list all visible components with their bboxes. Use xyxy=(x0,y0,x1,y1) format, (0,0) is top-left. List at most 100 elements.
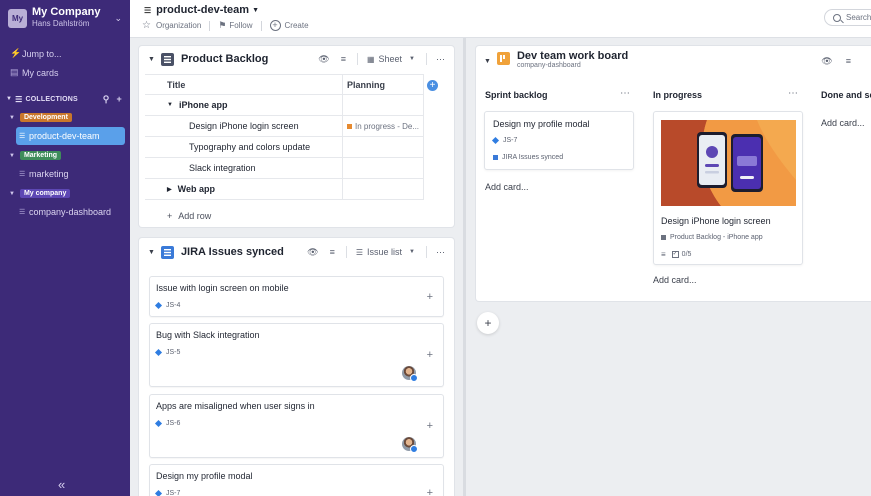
sidebar-item-marketing[interactable]: ☰ marketing xyxy=(16,165,125,183)
caret-right-icon[interactable]: ▶ xyxy=(167,186,172,193)
filter-icon[interactable]: ≡ xyxy=(846,56,851,66)
table-row[interactable]: ▶ Web app xyxy=(145,178,424,200)
organization-link[interactable]: Organization xyxy=(156,21,201,30)
description-icon: ≡ xyxy=(661,250,666,259)
add-card-button[interactable]: Add card... xyxy=(653,275,697,285)
search-icon xyxy=(833,13,841,22)
collapse-sidebar-icon[interactable]: « xyxy=(58,477,65,492)
eye-icon[interactable]: 👁 xyxy=(318,54,329,65)
add-view-button[interactable]: + xyxy=(477,312,499,334)
jira-icon xyxy=(154,489,163,496)
collection-group-my-company[interactable]: ▼ My company xyxy=(0,186,130,201)
workspace-name: My Company xyxy=(32,6,101,18)
eye-icon[interactable]: 👁 xyxy=(821,56,832,67)
jira-icon xyxy=(154,348,163,357)
add-icon[interactable]: + xyxy=(427,291,433,303)
issue-card[interactable]: Apps are misaligned when user signs in J… xyxy=(149,394,444,458)
source-icon xyxy=(661,235,666,240)
sidebar-item-label: marketing xyxy=(29,169,69,179)
add-icon[interactable]: + xyxy=(427,487,433,496)
filter-icon[interactable]: ≡ xyxy=(341,54,346,64)
column-title[interactable]: Done and se xyxy=(821,90,871,100)
plus-circle-icon[interactable]: + xyxy=(269,20,281,31)
panel-subtitle[interactable]: company-dashboard xyxy=(517,61,810,71)
column-title[interactable]: Sprint backlog xyxy=(485,90,548,100)
pane-divider[interactable] xyxy=(463,38,466,496)
view-selector[interactable]: ☰ Issue list ▼ xyxy=(345,246,415,258)
table-row[interactable]: ▼ iPhone app xyxy=(145,94,424,116)
filter-icon[interactable]: ≡ xyxy=(330,247,335,257)
bell-icon[interactable]: ⚑ xyxy=(218,20,226,31)
issue-card[interactable]: Design my profile modal JS-7 + xyxy=(149,464,444,496)
view-selector[interactable]: ▦ Sheet ▼ xyxy=(356,53,415,65)
more-options-icon[interactable]: ⋯ xyxy=(426,246,445,258)
list-icon: ☰ xyxy=(15,94,23,104)
planning-cell[interactable] xyxy=(343,136,424,158)
more-options-icon[interactable]: ⋯ xyxy=(788,88,798,99)
avatar[interactable] xyxy=(402,437,418,453)
board-card[interactable]: Design my profile modal JS-7 JIRA Issues… xyxy=(484,111,634,170)
column-header-title[interactable]: Title xyxy=(145,74,343,95)
star-icon[interactable]: ☆ xyxy=(142,20,151,31)
collection-badge: Development xyxy=(19,113,72,122)
collection-badge: My company xyxy=(19,189,71,198)
chevron-down-icon[interactable]: ▼ xyxy=(252,7,259,14)
issue-title: Design my profile modal xyxy=(156,471,253,481)
board-card[interactable]: Design iPhone login screen Product Backl… xyxy=(653,111,803,265)
work-board-panel: ▼ Dev team work board company-dashboard … xyxy=(476,46,871,301)
search-icon[interactable]: ⚲ xyxy=(103,94,110,105)
chevron-down-icon[interactable]: ⌄ xyxy=(114,13,122,24)
more-options-icon[interactable]: ⋯ xyxy=(426,53,445,65)
table-row[interactable]: Design iPhone login screen In progress -… xyxy=(145,115,424,137)
row-title: iPhone app xyxy=(178,100,228,110)
collection-group-development[interactable]: ▼ Development xyxy=(0,110,130,125)
issue-card[interactable]: Bug with Slack integration JS-5 + xyxy=(149,323,444,387)
sidebar-item-label: product-dev-team xyxy=(29,131,100,141)
add-row-button[interactable]: + Add row xyxy=(167,211,211,221)
add-card-button[interactable]: Add card... xyxy=(485,182,529,192)
planning-cell[interactable] xyxy=(343,178,424,200)
table-row[interactable]: Slack integration xyxy=(145,157,424,179)
follow-button[interactable]: Follow xyxy=(229,21,252,30)
table-row[interactable]: Typography and colors update xyxy=(145,136,424,158)
search-input[interactable]: Search xyxy=(824,9,871,26)
column-title[interactable]: In progress xyxy=(653,90,702,100)
caret-down-icon[interactable]: ▼ xyxy=(484,58,491,65)
card-source: JIRA Issues synced xyxy=(493,154,563,161)
plus-icon[interactable]: + xyxy=(117,94,122,104)
collection-icon: ☰ xyxy=(19,133,26,140)
collection-icon: ☰ xyxy=(144,5,152,15)
planning-cell[interactable]: In progress - De... xyxy=(343,115,424,137)
sidebar-item-jump-to[interactable]: ⚡ Jump to... xyxy=(0,44,130,63)
sidebar-item-my-cards[interactable]: ▤ My cards xyxy=(0,63,130,82)
collection-group-marketing[interactable]: ▼ Marketing xyxy=(0,148,130,163)
eye-icon[interactable]: 👁 xyxy=(307,247,318,258)
checklist-icon: ✓ xyxy=(671,251,679,258)
add-card-button[interactable]: Add card... xyxy=(821,118,865,128)
row-title: Typography and colors update xyxy=(145,136,343,158)
sidebar-item-label: Jump to... xyxy=(22,48,62,59)
issue-card[interactable]: Issue with login screen on mobile JS-4 + xyxy=(149,276,444,317)
planning-cell[interactable] xyxy=(343,94,424,116)
column-header-planning[interactable]: Planning xyxy=(343,74,424,95)
planning-cell[interactable] xyxy=(343,157,424,179)
add-icon[interactable]: + xyxy=(427,349,433,361)
collection-icon: ☰ xyxy=(19,171,26,178)
caret-down-icon[interactable]: ▼ xyxy=(148,56,155,63)
more-options-icon[interactable]: ⋯ xyxy=(620,88,630,99)
workspace-switcher[interactable]: My My Company Hans Dahlström ⌄ xyxy=(0,0,130,36)
create-button[interactable]: Create xyxy=(285,21,309,30)
caret-down-icon[interactable]: ▼ xyxy=(167,102,173,108)
sidebar-item-product-dev-team[interactable]: ☰ product-dev-team xyxy=(16,127,125,145)
sidebar-item-company-dashboard[interactable]: ☰ company-dashboard xyxy=(16,203,125,221)
jump-icon: ⚡ xyxy=(10,48,22,58)
sidebar-item-label: My cards xyxy=(22,67,59,78)
caret-down-icon[interactable]: ▼ xyxy=(6,96,12,102)
add-column-button[interactable]: + xyxy=(427,80,438,91)
page-title[interactable]: ☰ product-dev-team ▼ xyxy=(144,4,259,16)
caret-down-icon: ▼ xyxy=(9,152,15,159)
caret-down-icon[interactable]: ▼ xyxy=(148,249,155,256)
add-icon[interactable]: + xyxy=(427,420,433,432)
workspace-user: Hans Dahlström xyxy=(32,19,90,28)
avatar[interactable] xyxy=(402,366,418,382)
